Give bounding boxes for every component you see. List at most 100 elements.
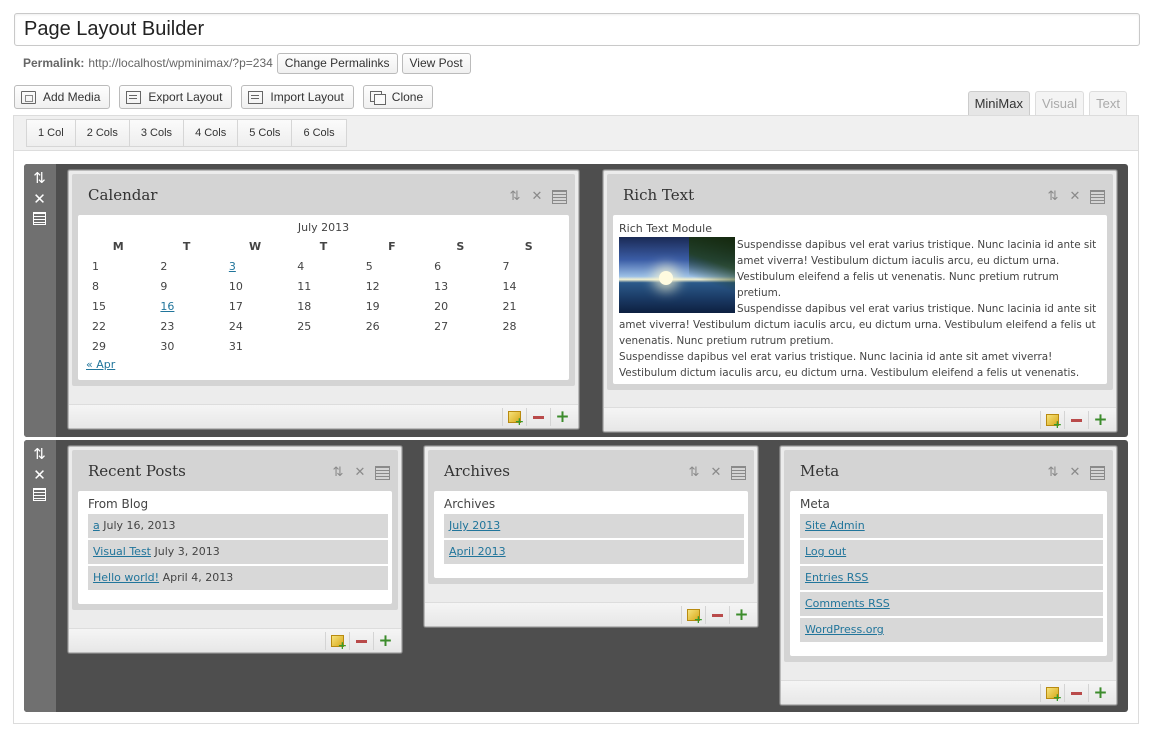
col-button-4[interactable]: 4 Cols xyxy=(183,119,239,147)
change-permalinks-button[interactable]: Change Permalinks xyxy=(276,52,398,74)
add-module-icon[interactable] xyxy=(1040,684,1064,704)
meta-link[interactable]: WordPress.org xyxy=(805,623,884,636)
import-layout-button[interactable]: Import Layout xyxy=(241,85,354,109)
sort-icon[interactable]: ⇅ xyxy=(1045,189,1061,204)
add-media-button[interactable]: Add Media xyxy=(14,85,111,109)
module-header[interactable]: Recent Posts ⇅ ✕ xyxy=(72,450,398,491)
module-header[interactable]: Meta ⇅ ✕ xyxy=(784,450,1113,491)
remove-icon[interactable] xyxy=(705,606,729,624)
layout-row-1: ⇅ ✕ Calendar ⇅ ✕ July 2013 M T W T F S S… xyxy=(24,164,1128,437)
add-module-icon[interactable] xyxy=(502,408,526,428)
recent-posts-module: Recent Posts ⇅ ✕ From Blog a July 16, 20… xyxy=(68,446,402,653)
close-icon[interactable]: ✕ xyxy=(1067,465,1083,480)
settings-icon[interactable] xyxy=(730,465,746,480)
post-title-input[interactable]: Page Layout Builder xyxy=(14,13,1140,46)
archive-link[interactable]: April 2013 xyxy=(449,545,506,558)
remove-icon[interactable] xyxy=(1064,684,1088,702)
post-date: July 3, 2013 xyxy=(154,545,220,558)
export-layout-button[interactable]: Export Layout xyxy=(119,85,233,109)
sunset-image xyxy=(619,237,735,313)
post-link[interactable]: Hello world! xyxy=(93,571,159,584)
module-header[interactable]: Calendar ⇅ ✕ xyxy=(72,174,575,215)
calendar-day: 22 xyxy=(92,319,106,333)
tab-visual[interactable]: Visual xyxy=(1034,91,1085,116)
list-item: Visual Test July 3, 2013 xyxy=(88,540,388,564)
settings-icon[interactable] xyxy=(31,486,48,503)
add-icon[interactable]: + xyxy=(1088,684,1112,702)
module-footer: + xyxy=(69,628,401,652)
settings-icon[interactable] xyxy=(551,189,567,204)
calendar-day-link[interactable]: 16 xyxy=(160,300,174,313)
close-icon[interactable]: ✕ xyxy=(352,465,368,480)
remove-icon[interactable] xyxy=(1064,411,1088,429)
settings-icon[interactable] xyxy=(1089,465,1105,480)
col-button-1[interactable]: 1 Col xyxy=(26,119,76,147)
close-icon[interactable]: ✕ xyxy=(31,191,48,208)
archive-link[interactable]: July 2013 xyxy=(449,519,500,532)
export-icon xyxy=(126,90,142,104)
add-icon[interactable]: + xyxy=(729,606,753,624)
sort-icon[interactable]: ⇅ xyxy=(686,465,702,480)
add-icon[interactable]: + xyxy=(1088,411,1112,429)
sort-icon[interactable]: ⇅ xyxy=(330,465,346,480)
post-link[interactable]: a xyxy=(93,519,100,532)
meta-link[interactable]: Entries RSS xyxy=(805,571,868,584)
settings-icon[interactable] xyxy=(1089,189,1105,204)
calendar-day: 24 xyxy=(228,319,243,333)
remove-icon[interactable] xyxy=(349,632,373,650)
col-button-3[interactable]: 3 Cols xyxy=(128,119,185,147)
module-title: Meta xyxy=(800,462,840,480)
widget-title: From Blog xyxy=(88,497,149,511)
add-icon[interactable]: + xyxy=(373,632,397,650)
module-inner: Meta ⇅ ✕ Meta Site Admin Log out Entries… xyxy=(784,450,1113,662)
calendar-prev-link[interactable]: « Apr xyxy=(86,358,115,371)
module-footer: + xyxy=(781,680,1116,704)
sort-icon[interactable]: ⇅ xyxy=(31,170,48,187)
close-icon[interactable]: ✕ xyxy=(31,467,48,484)
list-item: WordPress.org xyxy=(800,618,1103,642)
calendar-day: 12 xyxy=(365,279,380,293)
module-title: Rich Text xyxy=(623,186,695,204)
col-button-5[interactable]: 5 Cols xyxy=(237,119,293,147)
tab-text[interactable]: Text xyxy=(1089,91,1127,116)
sort-icon[interactable]: ⇅ xyxy=(507,189,523,204)
calendar-weekday: T xyxy=(182,239,191,253)
close-icon[interactable]: ✕ xyxy=(708,465,724,480)
calendar-day-link[interactable]: 3 xyxy=(229,260,236,273)
clone-button[interactable]: Clone xyxy=(362,85,434,109)
close-icon[interactable]: ✕ xyxy=(1067,189,1083,204)
add-icon[interactable]: + xyxy=(550,408,574,426)
calendar-day: 30 xyxy=(160,339,175,353)
close-icon[interactable]: ✕ xyxy=(529,189,545,204)
settings-icon[interactable] xyxy=(374,465,390,480)
tab-minimax[interactable]: MiniMax xyxy=(967,91,1030,116)
module-footer: + xyxy=(604,407,1116,431)
post-link[interactable]: Visual Test xyxy=(93,545,151,558)
row-handle: ⇅ ✕ xyxy=(24,440,56,712)
module-controls: ⇅ ✕ xyxy=(330,465,390,480)
add-module-icon[interactable] xyxy=(681,606,705,626)
calendar-day: 16 xyxy=(152,296,220,316)
clone-icon xyxy=(369,90,386,105)
export-layout-label: Export Layout xyxy=(148,90,223,104)
meta-link[interactable]: Comments RSS xyxy=(805,597,890,610)
add-module-icon[interactable] xyxy=(325,632,349,652)
module-header[interactable]: Archives ⇅ ✕ xyxy=(428,450,754,491)
settings-icon[interactable] xyxy=(31,210,48,227)
module-header[interactable]: Rich Text ⇅ ✕ xyxy=(607,174,1113,215)
clone-label: Clone xyxy=(391,90,424,104)
col-button-2[interactable]: 2 Cols xyxy=(74,119,130,147)
module-title: Calendar xyxy=(88,186,158,204)
media-icon xyxy=(21,90,36,104)
sort-icon[interactable]: ⇅ xyxy=(31,446,48,463)
sort-icon[interactable]: ⇅ xyxy=(1045,465,1061,480)
meta-link[interactable]: Site Admin xyxy=(805,519,865,532)
meta-link[interactable]: Log out xyxy=(805,545,846,558)
calendar-day: 3 xyxy=(221,256,289,276)
col-button-6[interactable]: 6 Cols xyxy=(291,119,347,147)
view-post-button[interactable]: View Post xyxy=(401,52,471,74)
rich-text-paragraph-1: Suspendisse dapibus vel erat varius tris… xyxy=(737,239,1097,299)
remove-icon[interactable] xyxy=(526,408,550,426)
calendar-day: 28 xyxy=(502,319,517,333)
add-module-icon[interactable] xyxy=(1040,411,1064,431)
